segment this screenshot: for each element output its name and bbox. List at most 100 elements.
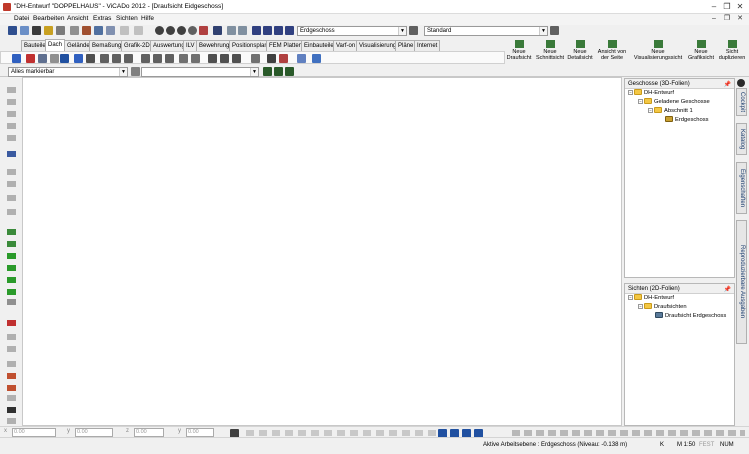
left-tool-20-icon[interactable] (7, 346, 16, 352)
tool-9-icon[interactable] (208, 54, 217, 63)
tab-internet[interactable]: Internet (414, 40, 441, 51)
undo-icon[interactable] (120, 26, 129, 35)
left-tool-11-icon[interactable] (7, 229, 16, 235)
binoculars-icon[interactable] (263, 67, 272, 76)
left-tool-15-icon[interactable] (7, 277, 16, 283)
left-tool-8-icon[interactable] (7, 181, 16, 187)
paste-icon[interactable] (106, 26, 115, 35)
tool-10-icon[interactable] (220, 54, 229, 63)
layout1-icon[interactable] (252, 26, 261, 35)
tree-item-abschnitt-1[interactable]: − Abschnitt 1 (625, 107, 734, 116)
tool-7-icon[interactable] (179, 54, 188, 63)
left-tool-21-icon[interactable] (7, 361, 16, 367)
close-button[interactable]: ✕ (734, 2, 746, 12)
coord-y-input[interactable]: 0.00 (75, 428, 113, 437)
style-select[interactable]: Standard ▼ (424, 26, 548, 36)
tool-1-icon[interactable] (100, 54, 109, 63)
tool-14-icon[interactable] (279, 54, 288, 63)
cut-icon[interactable] (70, 26, 79, 35)
left-tool-1-icon[interactable] (7, 87, 16, 93)
doc-close-button[interactable]: ✕ (734, 14, 746, 24)
zoom-in-icon[interactable] (166, 26, 175, 35)
layout4-icon[interactable] (285, 26, 294, 35)
left-tool-13-icon[interactable] (7, 253, 16, 259)
grid-icon[interactable] (227, 26, 236, 35)
tool-16-icon[interactable] (312, 54, 321, 63)
pointer-tool-icon[interactable] (74, 54, 83, 63)
tool-2-icon[interactable] (112, 54, 121, 63)
tree-item-draufsicht-erdgeschoss[interactable]: Draufsicht Erdgeschoss (625, 312, 734, 321)
new-icon[interactable] (8, 26, 17, 35)
dimension-tool-icon[interactable] (38, 54, 47, 63)
tab-bewehrung[interactable]: Bewehrung (196, 40, 233, 51)
collapse-icon[interactable]: − (628, 294, 633, 300)
tool-15-icon[interactable] (297, 54, 306, 63)
doc-minimize-button[interactable]: – (708, 14, 720, 24)
left-tool-23-icon[interactable] (7, 385, 16, 391)
tab-varf-on[interactable]: Varf-on (333, 40, 359, 51)
zoom-reset-icon[interactable] (199, 26, 208, 35)
left-tool-18-icon[interactable] (7, 320, 16, 326)
view-tools-group[interactable] (512, 430, 745, 436)
neue-draufsicht-button[interactable]: Neue Draufsicht (503, 40, 535, 66)
menu-bearbeiten[interactable]: Bearbeiten (33, 15, 64, 22)
zoom-all-icon[interactable] (188, 26, 197, 35)
left-tool-14-icon[interactable] (7, 265, 16, 271)
menu-extras[interactable]: Extras (93, 15, 111, 22)
left-tool-2-icon[interactable] (7, 99, 16, 105)
neue-grafiksicht-button[interactable]: Neue Grafiksicht (684, 40, 718, 66)
tab-grafik-2d[interactable]: Grafik-2D (121, 40, 153, 51)
left-tool-10-icon[interactable] (7, 209, 16, 215)
save-icon[interactable] (32, 26, 41, 35)
sidetab-eigenschaften[interactable]: Eigenschaften (736, 162, 747, 214)
snap-tools-group[interactable] (246, 430, 436, 436)
tool-13-icon[interactable] (267, 54, 276, 63)
menu-hilfe[interactable]: Hilfe (141, 15, 154, 22)
copy-icon[interactable] (94, 26, 103, 35)
window-icon[interactable] (213, 26, 222, 35)
left-tool-25-icon[interactable] (7, 407, 16, 413)
tool-4-icon[interactable] (141, 54, 150, 63)
coord-x-input[interactable]: 0.00 (12, 428, 56, 437)
left-tool-19-icon[interactable] (7, 334, 16, 340)
hatch-tool-icon[interactable] (86, 54, 95, 63)
print-icon[interactable] (56, 26, 65, 35)
ansicht-von-der-seite-button[interactable]: Ansicht von der Seite (595, 40, 629, 66)
collapse-icon[interactable]: − (628, 89, 633, 95)
menu-datei[interactable]: Datei (14, 15, 29, 22)
left-tool-24-icon[interactable] (7, 395, 16, 401)
style-settings-icon[interactable] (550, 26, 559, 35)
minimize-button[interactable]: – (708, 2, 720, 12)
tool-6-icon[interactable] (165, 54, 174, 63)
left-tool-17-icon[interactable] (7, 299, 16, 305)
neue-schnittsicht-button[interactable]: Neue Schnittsicht (535, 40, 565, 66)
tool-11-icon[interactable] (232, 54, 241, 63)
collapse-icon[interactable]: − (638, 303, 643, 309)
tab-positionsplan[interactable]: Positionsplan (229, 40, 271, 51)
tree-item-dh-entwurf[interactable]: − DH-Entwurf (625, 294, 734, 303)
sidetab-cockpit[interactable]: Cockpit (736, 88, 747, 116)
collapse-icon[interactable]: − (638, 98, 643, 104)
left-tool-22-icon[interactable] (7, 373, 16, 379)
tab-einbauteile[interactable]: Einbauteile (301, 40, 337, 51)
tree-item-dh-entwurf[interactable]: − DH-Entwurf (625, 89, 734, 98)
left-tool-6-icon[interactable] (7, 151, 16, 157)
tool-12-icon[interactable] (251, 54, 260, 63)
coord-z-input[interactable]: 0.00 (134, 428, 164, 437)
crosshair-tool-icon[interactable] (60, 54, 69, 63)
neue-detailsicht-button[interactable]: Neue Detailsicht (565, 40, 595, 66)
left-tool-4-icon[interactable] (7, 123, 16, 129)
tree-item-draufsichten[interactable]: − Draufsichten (625, 303, 734, 312)
sidetab-katalog[interactable]: Katalog (736, 123, 747, 155)
left-tool-3-icon[interactable] (7, 111, 16, 117)
layer-select[interactable]: ▼ (141, 67, 259, 77)
zoom-icon[interactable] (155, 26, 164, 35)
delete-icon[interactable] (82, 26, 91, 35)
binoculars-2-icon[interactable] (274, 67, 283, 76)
grid2-icon[interactable] (238, 26, 247, 35)
floor-select[interactable]: Erdgeschoss ▼ (297, 26, 407, 36)
left-tool-26-icon[interactable] (7, 418, 16, 424)
brush-tool-icon[interactable] (50, 54, 59, 63)
selection-filter-select[interactable]: Alles markierbar ▼ (8, 67, 128, 77)
redo-icon[interactable] (134, 26, 143, 35)
